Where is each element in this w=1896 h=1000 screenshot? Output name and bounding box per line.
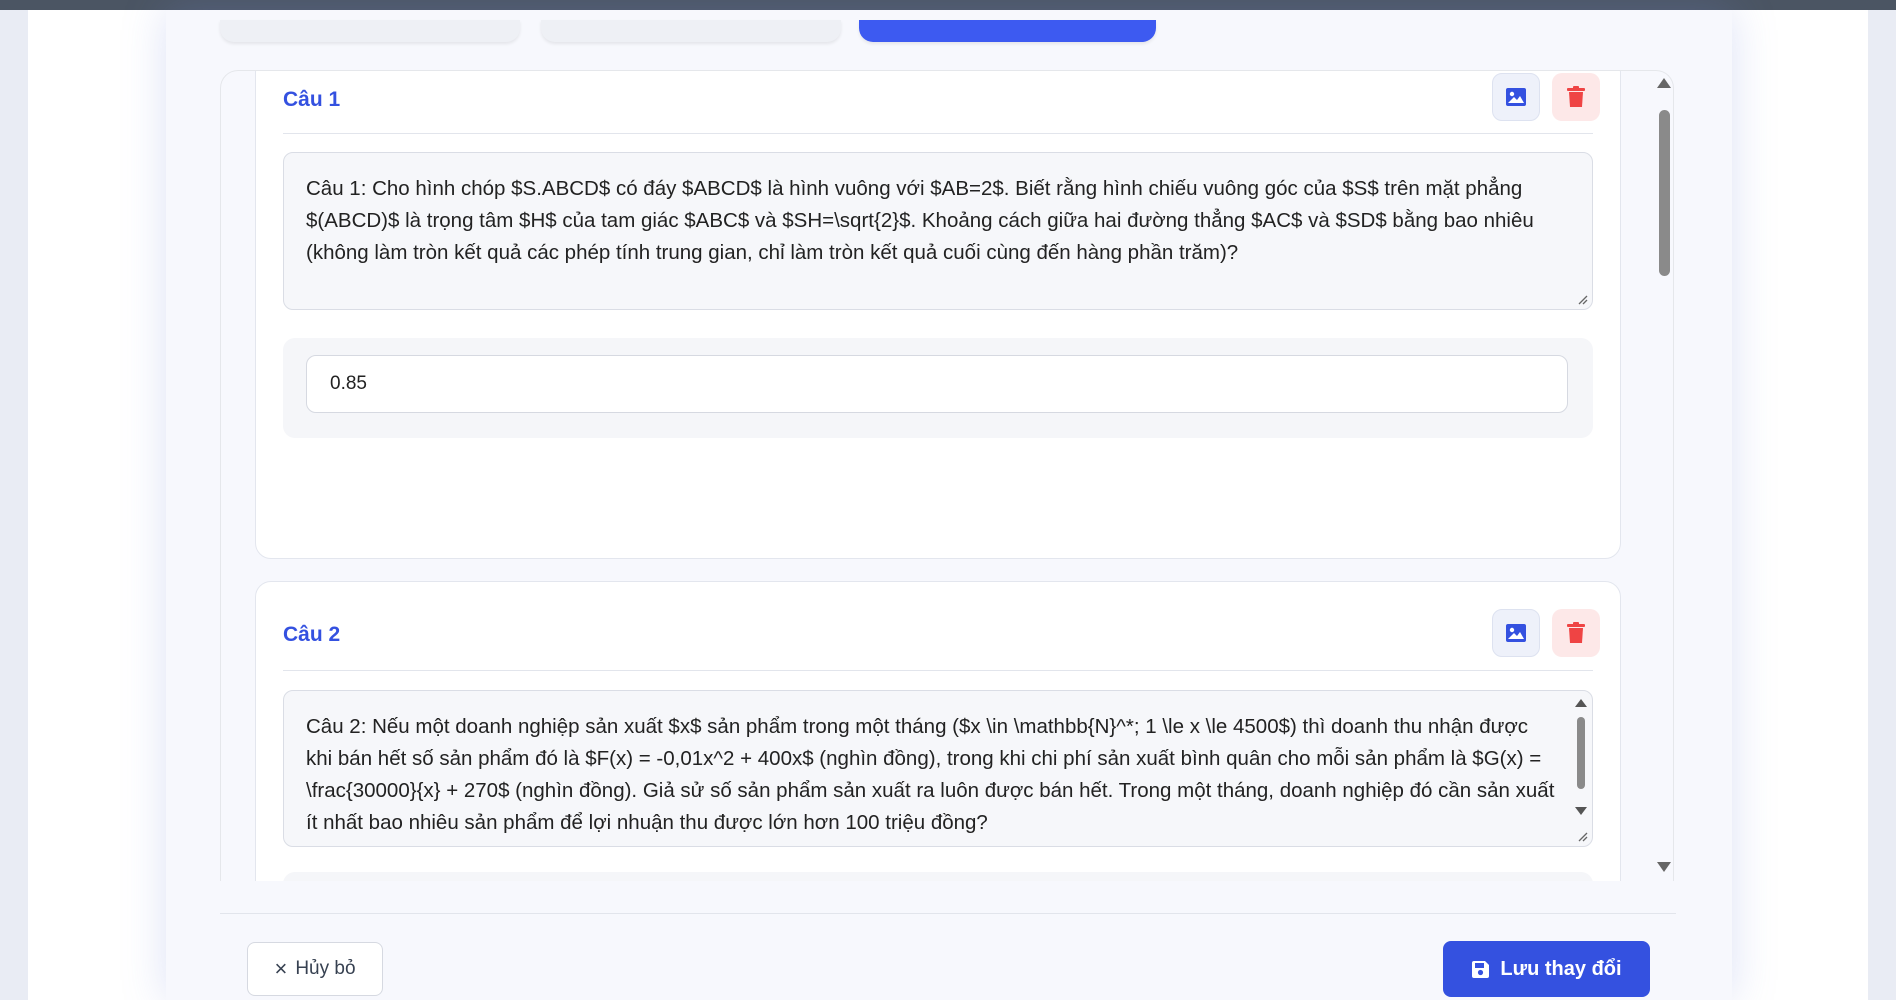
- card-divider: [283, 133, 1593, 134]
- question-card: Câu 1 Câu 1: Cho hình chóp $S.ABCD$ có đ…: [255, 71, 1621, 559]
- close-icon: ×: [274, 956, 288, 981]
- question-text-area[interactable]: Câu 1: Cho hình chóp $S.ABCD$ có đáy $AB…: [283, 152, 1593, 310]
- tab-active[interactable]: [859, 20, 1156, 42]
- question-text: Câu 2: Nếu một doanh nghiệp sản xuất $x$…: [306, 715, 1555, 834]
- trash-icon: [1567, 86, 1585, 107]
- questions-scrollbar[interactable]: [1654, 72, 1674, 880]
- tab-2[interactable]: [541, 20, 841, 42]
- questions-scroll-area[interactable]: Câu 1 Câu 1: Cho hình chóp $S.ABCD$ có đ…: [220, 70, 1674, 881]
- resize-grip-icon[interactable]: [1576, 830, 1588, 842]
- resize-grip-icon[interactable]: [1576, 293, 1588, 305]
- tab-1[interactable]: [220, 20, 520, 42]
- window-top-bar: [0, 0, 1896, 10]
- answer-input[interactable]: 0.85: [306, 355, 1568, 413]
- delete-question-button[interactable]: [1552, 609, 1600, 657]
- cancel-button[interactable]: × Hủy bỏ: [247, 942, 383, 996]
- card-divider: [283, 670, 1593, 671]
- question-text-area[interactable]: Câu 2: Nếu một doanh nghiệp sản xuất $x$…: [283, 690, 1593, 847]
- answer-section: 1092: [283, 872, 1593, 881]
- save-button[interactable]: Lưu thay đổi: [1443, 941, 1650, 997]
- question-title: Câu 2: [283, 623, 341, 646]
- add-image-button[interactable]: [1492, 73, 1540, 121]
- question-title: Câu 1: [283, 88, 341, 111]
- add-image-button[interactable]: [1492, 609, 1540, 657]
- answer-section: 0.85: [283, 338, 1593, 438]
- floppy-disk-icon: [1472, 960, 1490, 978]
- image-icon: [1506, 624, 1526, 642]
- trash-icon: [1567, 622, 1585, 643]
- footer-divider: [220, 913, 1676, 914]
- image-icon: [1506, 88, 1526, 106]
- textarea-scrollbar[interactable]: [1572, 697, 1590, 837]
- question-text: Câu 1: Cho hình chóp $S.ABCD$ có đáy $AB…: [306, 177, 1534, 264]
- save-label: Lưu thay đổi: [1500, 957, 1622, 980]
- cancel-label: Hủy bỏ: [295, 958, 356, 979]
- question-card: Câu 2 Câu 2: Nếu một doanh nghiệp sản xu…: [255, 581, 1621, 881]
- delete-question-button[interactable]: [1552, 73, 1600, 121]
